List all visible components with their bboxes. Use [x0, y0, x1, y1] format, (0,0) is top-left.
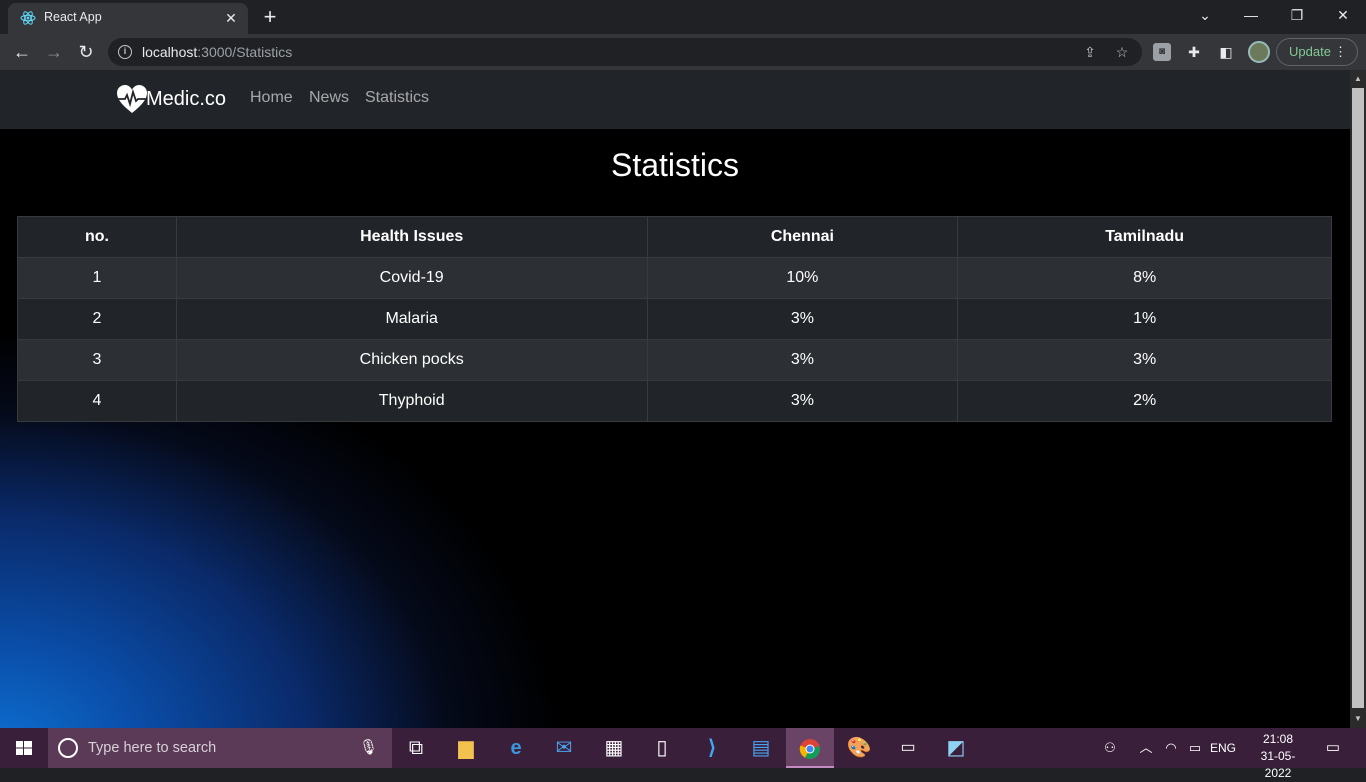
table-cell: 4 — [17, 380, 177, 422]
table-cell: 2% — [957, 380, 1332, 422]
wifi-icon[interactable]: ◠ — [1160, 728, 1182, 768]
table-cell: Chicken pocks — [175, 339, 648, 381]
cortana-icon — [58, 738, 78, 758]
share-icon[interactable]: ⇪ — [1082, 44, 1098, 60]
close-window-icon[interactable]: ✕ — [1320, 0, 1366, 32]
brand-name: Medic.co — [146, 88, 227, 110]
table-cell: 1 — [17, 257, 177, 299]
update-label: Update — [1289, 44, 1331, 59]
column-header-no: no. — [17, 216, 177, 258]
browser-tab[interactable]: React App ✕ — [8, 3, 248, 34]
table-cell: 3% — [646, 298, 959, 340]
terminal-icon[interactable]: ▭ — [884, 728, 932, 768]
battery-icon[interactable]: ▭ — [1184, 728, 1206, 768]
url-host: localhost — [142, 44, 198, 60]
clock-date: 31-05-2022 — [1260, 749, 1296, 780]
system-clock[interactable]: 21:08 31-05-2022 — [1248, 731, 1308, 782]
table-cell: 3 — [17, 339, 177, 381]
scroll-down-icon[interactable]: ▼ — [1353, 714, 1363, 724]
react-icon — [20, 11, 36, 25]
table-row: 4 Thyphoid 3% 2% — [17, 380, 1332, 422]
tab-close-icon[interactable]: ✕ — [222, 9, 240, 27]
side-panel-icon[interactable]: ◧ — [1217, 43, 1235, 61]
edge-browser-icon[interactable]: e — [492, 728, 540, 768]
start-button[interactable] — [0, 728, 48, 768]
taskbar-search-box[interactable]: Type here to search 🎙 — [48, 728, 392, 768]
site-info-icon[interactable]: i — [118, 45, 132, 59]
url-path: :3000/Statistics — [197, 44, 293, 60]
table-cell: 3% — [646, 380, 959, 422]
store-icon[interactable]: ▦ — [590, 728, 638, 768]
reload-icon[interactable]: ↻ — [74, 40, 98, 64]
main-content: Statistics no. Health Issues Chennai Tam… — [0, 129, 1350, 728]
windows-logo-icon — [16, 741, 32, 755]
site-navbar: Medic.co Home News Statistics — [0, 70, 1350, 129]
page-title: Statistics — [610, 147, 740, 183]
table-row: 1 Covid-19 10% 8% — [17, 257, 1332, 299]
table-cell: 8% — [957, 257, 1332, 299]
page-viewport: Medic.co Home News Statistics Statistics… — [0, 70, 1350, 728]
menu-dots-icon[interactable]: ⋮ — [1334, 39, 1347, 65]
file-explorer-icon[interactable]: ▆ — [442, 728, 490, 768]
column-header-chennai: Chennai — [646, 216, 959, 258]
show-hidden-icons-chevron-icon[interactable]: ︿ — [1136, 728, 1156, 768]
notes-app-icon[interactable]: ◩ — [932, 728, 980, 768]
language-indicator[interactable]: ENG — [1208, 728, 1238, 768]
forward-arrow-icon[interactable]: → — [42, 40, 66, 64]
restore-icon[interactable]: ❐ — [1274, 0, 1320, 32]
people-icon[interactable]: ⚇ — [1098, 728, 1122, 768]
tab-search-chevron-icon[interactable]: ⌄ — [1182, 0, 1228, 32]
statistics-table: no. Health Issues Chennai Tamilnadu 1 Co… — [17, 216, 1332, 422]
table-row: 3 Chicken pocks 3% 3% — [17, 339, 1332, 381]
address-bar[interactable]: i localhost:3000/Statistics ⇪ ☆ — [108, 38, 1142, 66]
minimize-icon[interactable]: — — [1228, 0, 1274, 32]
nav-link-news[interactable]: News — [309, 89, 349, 107]
browser-tabstrip: React App ✕ + ⌄ — ❐ ✕ — [0, 0, 1366, 34]
table-cell: Thyphoid — [175, 380, 648, 422]
table-cell: Covid-19 — [175, 257, 648, 299]
new-tab-button[interactable]: + — [260, 6, 280, 28]
windows-taskbar: Type here to search 🎙 ⧉ ▆ e ✉ ▦ ▯ ⟩ ▤ 🎨 … — [0, 728, 1366, 780]
table-cell: 10% — [646, 257, 959, 299]
heart-pulse-icon — [117, 85, 147, 113]
url-text[interactable]: localhost:3000/Statistics — [142, 44, 292, 60]
table-cell: 2 — [17, 298, 177, 340]
paint-icon[interactable]: 🎨 — [835, 728, 883, 768]
extensions-puzzle-icon[interactable]: ✚ — [1185, 43, 1203, 61]
microphone-icon[interactable]: 🎙 — [359, 738, 378, 756]
page-scrollbar[interactable]: ▲ ▼ — [1350, 70, 1366, 728]
scroll-up-icon[interactable]: ▲ — [1353, 74, 1363, 84]
task-view-icon[interactable]: ⧉ — [392, 728, 440, 768]
avatar[interactable] — [1248, 41, 1270, 63]
table-header-row: no. Health Issues Chennai Tamilnadu — [17, 216, 1332, 258]
clock-time: 21:08 — [1262, 732, 1294, 746]
chrome-logo-icon — [799, 738, 820, 759]
table-cell: 3% — [646, 339, 959, 381]
table-cell: Malaria — [175, 298, 648, 340]
update-button[interactable]: Update ⋮ — [1276, 38, 1358, 66]
mail-icon[interactable]: ✉ — [540, 728, 588, 768]
nav-link-statistics[interactable]: Statistics — [365, 89, 429, 107]
nav-link-home[interactable]: Home — [250, 89, 293, 107]
chrome-icon[interactable] — [786, 728, 834, 768]
vscode-icon[interactable]: ⟩ — [688, 728, 736, 768]
app-window-icon[interactable]: ▤ — [737, 728, 785, 768]
table-row: 2 Malaria 3% 1% — [17, 298, 1332, 340]
scrollbar-thumb[interactable] — [1352, 88, 1364, 708]
table-cell: 1% — [957, 298, 1332, 340]
notepad-icon[interactable]: ▯ — [638, 728, 686, 768]
table-cell: 3% — [957, 339, 1332, 381]
bookmark-star-icon[interactable]: ☆ — [1114, 44, 1130, 60]
browser-toolbar: ← → ↻ i localhost:3000/Statistics ⇪ ☆ ◙ … — [0, 34, 1366, 70]
notifications-icon[interactable]: ▭ — [1320, 728, 1346, 768]
column-header-health-issues: Health Issues — [175, 216, 648, 258]
back-arrow-icon[interactable]: ← — [10, 40, 34, 64]
search-placeholder: Type here to search — [88, 740, 217, 756]
column-header-tamilnadu: Tamilnadu — [957, 216, 1332, 258]
extension-icon[interactable]: ◙ — [1153, 43, 1171, 61]
tab-title: React App — [44, 10, 102, 24]
